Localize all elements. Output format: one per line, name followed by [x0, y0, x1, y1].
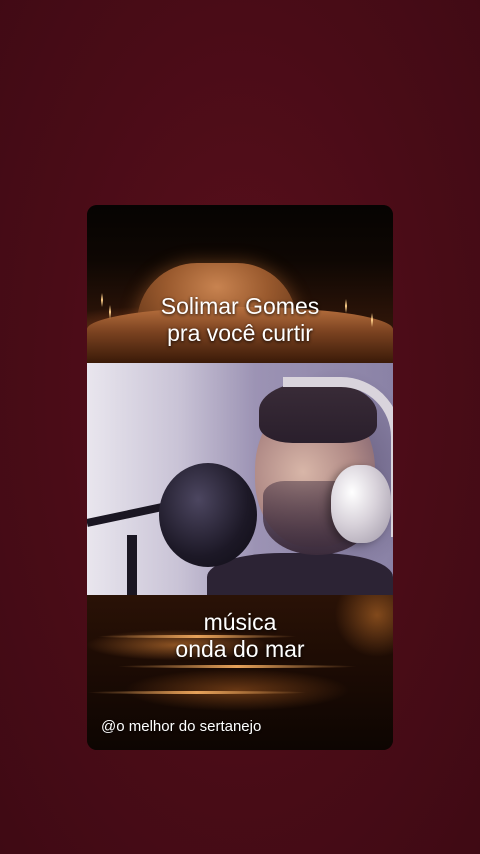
hat-image-bottom: música onda do mar @o melhor do sertanej… — [87, 595, 393, 750]
app-screen: Solimar Gomes pra você curtir música ond… — [0, 0, 480, 854]
watermark-handle: @o melhor do sertanejo — [101, 718, 262, 735]
singer-video-frame[interactable] — [87, 363, 393, 595]
video-card[interactable]: Solimar Gomes pra você curtir música ond… — [87, 205, 393, 750]
bottom-caption: música onda do mar — [87, 609, 393, 663]
microphone-icon — [159, 463, 257, 567]
top-caption-line1: Solimar Gomes — [160, 293, 320, 319]
top-caption-line2: pra você curtir — [167, 320, 313, 346]
singer-shirt — [207, 553, 393, 595]
headphones-icon — [331, 465, 391, 543]
hat-image-top: Solimar Gomes pra você curtir — [87, 205, 393, 363]
top-caption: Solimar Gomes pra você curtir — [87, 293, 393, 347]
hat-brim-highlight — [117, 665, 357, 668]
bottom-caption-line2: onda do mar — [175, 636, 305, 662]
bottom-caption-line1: música — [203, 609, 277, 635]
hat-brim-highlight — [87, 691, 307, 694]
mic-stand-pole — [127, 535, 137, 595]
